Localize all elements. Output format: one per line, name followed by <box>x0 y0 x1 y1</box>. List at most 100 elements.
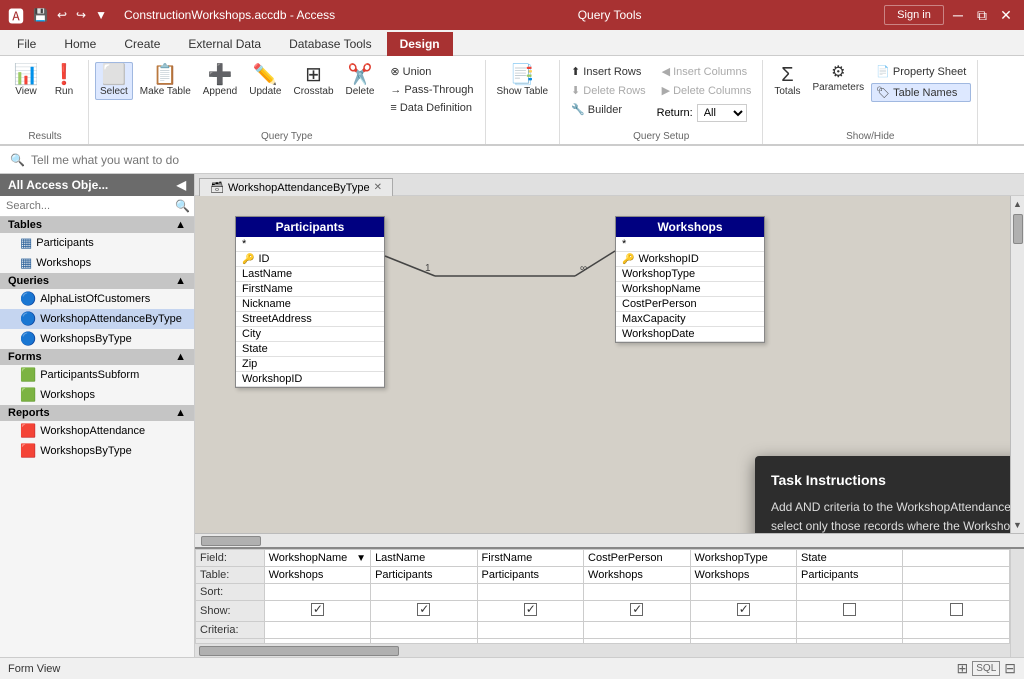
update-btn[interactable]: ✏️ Update <box>244 62 286 100</box>
grid-cell-sort-6[interactable] <box>797 584 903 601</box>
grid-cell-sort-3[interactable] <box>477 584 583 601</box>
nav-item-workshops-by-type-report[interactable]: 🟥 WorkshopsByType <box>0 441 194 461</box>
grid-hscroll-thumb[interactable] <box>199 646 399 656</box>
grid-cell-criteria-3[interactable] <box>477 622 583 639</box>
close-btn[interactable]: ✕ <box>996 5 1016 25</box>
hscroll-thumb[interactable] <box>201 536 261 546</box>
checkbox-show-5[interactable] <box>737 603 750 616</box>
checkbox-show-6[interactable] <box>843 603 856 616</box>
nav-collapse-icon[interactable]: ◀ <box>177 178 186 192</box>
participants-field-star[interactable]: * <box>236 237 384 252</box>
crosstab-btn[interactable]: ⊞ Crosstab <box>289 62 339 100</box>
grid-cell-criteria-5[interactable] <box>690 622 796 639</box>
nav-item-workshop-attendance[interactable]: 🔵 WorkshopAttendanceByType <box>0 309 194 329</box>
datasheet-view-icon[interactable]: ⊞ <box>957 660 969 677</box>
grid-cell-field-5[interactable]: WorkshopType <box>690 550 796 567</box>
tab-database-tools[interactable]: Database Tools <box>276 32 385 55</box>
grid-cell-show-5[interactable] <box>690 601 796 622</box>
redo-qa-btn[interactable]: ↪ <box>73 6 89 24</box>
nav-item-workshops-form[interactable]: 🟩 Workshops <box>0 385 194 405</box>
save-qa-btn[interactable]: 💾 <box>30 6 51 24</box>
forms-section-header[interactable]: Forms ▲ <box>0 349 194 365</box>
delete-btn[interactable]: ✂️ Delete <box>341 62 380 100</box>
workshops-field-workshopid[interactable]: 🔑 WorkshopID <box>616 252 764 267</box>
select-btn[interactable]: ⬜ Select <box>95 62 133 100</box>
grid-cell-criteria-7[interactable] <box>903 622 1010 639</box>
workshops-field-costperperson[interactable]: CostPerPerson <box>616 297 764 312</box>
checkbox-show-7[interactable] <box>950 603 963 616</box>
tab-file[interactable]: File <box>4 32 49 55</box>
grid-cell-field-7[interactable] <box>903 550 1010 567</box>
restore-btn[interactable]: ⧉ <box>972 5 992 25</box>
minimize-btn[interactable]: ─ <box>948 5 968 25</box>
parameters-btn[interactable]: ⚙ Parameters <box>807 62 869 96</box>
show-table-btn[interactable]: 📑 Show Table <box>492 62 554 100</box>
property-sheet-btn[interactable]: 📄 Property Sheet <box>871 62 971 81</box>
grid-cell-sort-5[interactable] <box>690 584 796 601</box>
grid-cell-show-6[interactable] <box>797 601 903 622</box>
checkbox-show-3[interactable] <box>524 603 537 616</box>
vscroll-down[interactable]: ▼ <box>1012 519 1023 531</box>
totals-btn[interactable]: Σ Totals <box>769 62 805 100</box>
grid-cell-field-1[interactable]: WorkshopName ▼ <box>264 550 370 567</box>
participants-field-id[interactable]: 🔑 ID <box>236 252 384 267</box>
grid-cell-show-4[interactable] <box>584 601 690 622</box>
nav-item-workshops-by-type[interactable]: 🔵 WorkshopsByType <box>0 329 194 349</box>
grid-cell-show-7[interactable] <box>903 601 1010 622</box>
tab-design[interactable]: Design <box>387 32 453 56</box>
dropdown-icon-1[interactable]: ▼ <box>356 553 366 564</box>
design-hscrollbar[interactable] <box>195 533 1024 547</box>
vscroll-thumb[interactable] <box>1013 214 1023 244</box>
workshops-field-maxcapacity[interactable]: MaxCapacity <box>616 312 764 327</box>
participants-field-lastname[interactable]: LastName <box>236 267 384 282</box>
design-vscrollbar[interactable]: ▲ ▼ <box>1010 196 1024 533</box>
participants-field-street[interactable]: StreetAddress <box>236 312 384 327</box>
tab-home[interactable]: Home <box>51 32 109 55</box>
data-definition-btn[interactable]: ≡ Data Definition <box>385 99 478 117</box>
participants-field-zip[interactable]: Zip <box>236 357 384 372</box>
undo-qa-btn[interactable]: ↩ <box>54 6 70 24</box>
nav-item-workshop-attendance-report[interactable]: 🟥 WorkshopAttendance <box>0 421 194 441</box>
delete-rows-btn[interactable]: ⬇ Delete Rows <box>566 81 651 100</box>
workshops-field-workshopdate[interactable]: WorkshopDate <box>616 327 764 342</box>
checkbox-show-4[interactable] <box>630 603 643 616</box>
append-btn[interactable]: ➕ Append <box>198 62 242 100</box>
grid-cell-criteria-6[interactable] <box>797 622 903 639</box>
tab-create[interactable]: Create <box>111 32 173 55</box>
tab-external-data[interactable]: External Data <box>175 32 274 55</box>
grid-cell-criteria-2[interactable] <box>371 622 477 639</box>
queries-section-header[interactable]: Queries ▲ <box>0 273 194 289</box>
participants-field-workshopid[interactable]: WorkshopID <box>236 372 384 387</box>
nav-search-input[interactable] <box>4 199 175 213</box>
grid-cell-field-6[interactable]: State <box>797 550 903 567</box>
grid-cell-criteria-4[interactable] <box>584 622 690 639</box>
grid-cell-show-2[interactable] <box>371 601 477 622</box>
sql-view-icon[interactable]: SQL <box>972 661 1000 676</box>
workshops-field-workshoptype[interactable]: WorkshopType <box>616 267 764 282</box>
insert-columns-btn[interactable]: ◀ Insert Columns <box>657 62 757 81</box>
delete-columns-btn[interactable]: ▶ Delete Columns <box>657 81 757 100</box>
grid-cell-show-3[interactable] <box>477 601 583 622</box>
make-table-btn[interactable]: 📋 Make Table <box>135 62 196 100</box>
checkbox-show-1[interactable] <box>311 603 324 616</box>
nav-item-participants[interactable]: ▦ Participants <box>0 233 194 253</box>
grid-cell-field-2[interactable]: LastName <box>371 550 477 567</box>
table-names-btn[interactable]: 🏷 Table Names <box>871 83 971 102</box>
grid-hscrollbar[interactable] <box>195 643 1010 657</box>
query-tab-close[interactable]: ✕ <box>374 182 382 193</box>
insert-rows-btn[interactable]: ⬆ Insert Rows <box>566 62 651 81</box>
workshops-field-workshopname[interactable]: WorkshopName <box>616 282 764 297</box>
run-btn[interactable]: ❗ Run <box>46 62 82 100</box>
design-view-icon[interactable]: ⊟ <box>1004 660 1016 677</box>
return-select[interactable]: All 5 25 100 <box>697 104 747 122</box>
sign-in-btn[interactable]: Sign in <box>884 5 944 25</box>
vscroll-up[interactable]: ▲ <box>1012 198 1023 210</box>
grid-cell-show-1[interactable] <box>264 601 370 622</box>
checkbox-show-2[interactable] <box>417 603 430 616</box>
reports-section-header[interactable]: Reports ▲ <box>0 405 194 421</box>
tell-me-input[interactable] <box>31 153 1014 167</box>
builder-btn[interactable]: 🔧 Builder <box>566 100 651 119</box>
grid-cell-sort-4[interactable] <box>584 584 690 601</box>
grid-cell-sort-7[interactable] <box>903 584 1010 601</box>
qa-dropdown-btn[interactable]: ▼ <box>92 6 110 24</box>
